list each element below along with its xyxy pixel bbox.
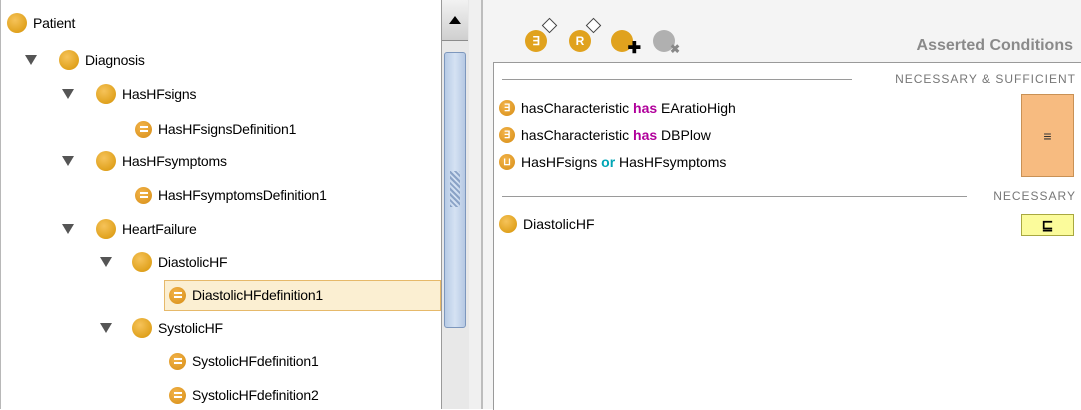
tree-node-label: HasHFsigns: [122, 86, 197, 102]
tree-node-label: HeartFailure: [122, 221, 197, 237]
class-icon: [59, 50, 79, 70]
tree-node-label: DiastolicHFdefinition1: [192, 287, 323, 303]
tree-node-label: SystolicHFdefinition2: [192, 387, 319, 403]
equivalent-class-marker[interactable]: ≡: [1021, 94, 1074, 177]
tree-node-patient[interactable]: Patient: [7, 10, 75, 36]
class-icon: [499, 215, 517, 233]
condition-row[interactable]: ∃ hasCharacteristic has DBPlow: [499, 124, 711, 146]
tree-node-heartfailure[interactable]: HeartFailure: [96, 216, 197, 242]
existential-restriction-icon: ∃: [499, 127, 515, 143]
conditions-toolbar: ∃ R ✚ ✖ Asserted Conditions: [483, 0, 1081, 62]
defined-class-icon: [135, 186, 152, 204]
tree-node-systolichfdefinition1[interactable]: SystolicHFdefinition1: [169, 348, 319, 374]
expand-toggle-icon[interactable]: [62, 156, 74, 166]
scroll-grip-icon: [450, 171, 460, 207]
tree-node-hashfsignsdefinition1[interactable]: HasHFsignsDefinition1: [135, 116, 296, 142]
union-class-icon: ⊔: [499, 154, 515, 170]
split-pane-divider[interactable]: [469, 0, 481, 409]
scroll-up-arrow-icon[interactable]: [442, 0, 468, 41]
defined-class-icon: [135, 120, 152, 138]
tree-node-systolichfdefinition2[interactable]: SystolicHFdefinition2: [169, 382, 319, 408]
conditions-panel: ∃ R ✚ ✖ Asserted Conditions NECESSARY & …: [483, 0, 1081, 410]
defined-class-icon: [169, 386, 186, 404]
class-icon: [96, 219, 116, 239]
tree-node-diastolichf[interactable]: DiastolicHF: [132, 249, 228, 275]
class-icon: [96, 84, 116, 104]
defined-class-icon: [169, 286, 186, 304]
expand-toggle-icon[interactable]: [100, 323, 112, 333]
class-icon: [96, 151, 116, 171]
tree-node-label: SystolicHF: [158, 320, 223, 336]
tree-node-diagnosis[interactable]: Diagnosis: [59, 47, 145, 73]
remove-class-icon[interactable]: ✖: [653, 30, 680, 56]
tree-scrollbar[interactable]: [441, 0, 471, 409]
condition-text: hasCharacteristic has EAratioHigh: [521, 100, 736, 116]
tree-node-label: Diagnosis: [85, 52, 145, 68]
necessary-sufficient-header: NECESSARY & SUFFICIENT: [895, 72, 1076, 86]
condition-text: hasCharacteristic has DBPlow: [521, 127, 711, 143]
tree-node-hashfsymptoms[interactable]: HasHFsymptoms: [96, 148, 227, 174]
create-anonymous-class-icon[interactable]: R: [569, 17, 602, 52]
tree-node-label: HasHFsymptoms: [122, 153, 227, 169]
class-hierarchy-tree: Patient Diagnosis HasHFsigns HasHFsignsD…: [0, 0, 442, 409]
tree-node-label: HasHFsymptomsDefinition1: [158, 187, 327, 203]
subclass-marker[interactable]: ⊑: [1021, 214, 1074, 236]
existential-restriction-icon: ∃: [499, 100, 515, 116]
necessary-header: NECESSARY: [993, 189, 1076, 203]
conditions-list: NECESSARY & SUFFICIENT ∃ hasCharacterist…: [493, 62, 1081, 410]
condition-text: DiastolicHF: [523, 216, 595, 232]
expand-toggle-icon[interactable]: [62, 89, 74, 99]
expand-toggle-icon[interactable]: [25, 55, 37, 65]
scrollbar-thumb[interactable]: [444, 52, 466, 328]
class-icon: [7, 13, 27, 33]
condition-row[interactable]: DiastolicHF: [499, 213, 595, 235]
expand-toggle-icon[interactable]: [100, 257, 112, 267]
tree-node-hashfsymptomsdefinition1[interactable]: HasHFsymptomsDefinition1: [135, 182, 327, 208]
section-divider: [502, 79, 852, 80]
tree-node-hashfsigns[interactable]: HasHFsigns: [96, 81, 196, 107]
class-icon: [132, 318, 152, 338]
tree-node-label: HasHFsignsDefinition1: [158, 121, 297, 137]
expand-toggle-icon[interactable]: [62, 224, 74, 234]
tree-node-diastolichfdefinition1[interactable]: DiastolicHFdefinition1: [169, 282, 323, 308]
condition-row[interactable]: ∃ hasCharacteristic has EAratioHigh: [499, 97, 736, 119]
section-divider: [502, 196, 967, 197]
add-named-class-icon[interactable]: ✚: [611, 30, 641, 57]
panel-title: Asserted Conditions: [916, 37, 1073, 54]
defined-class-icon: [169, 352, 186, 370]
class-icon: [132, 252, 152, 272]
tree-node-systolichf[interactable]: SystolicHF: [132, 315, 223, 341]
tree-node-label: SystolicHFdefinition1: [192, 353, 319, 369]
condition-row[interactable]: ⊔ HasHFsigns or HasHFsymptoms: [499, 151, 726, 173]
condition-text: HasHFsigns or HasHFsymptoms: [521, 154, 727, 170]
tree-node-label: Patient: [33, 15, 76, 31]
create-restriction-icon[interactable]: ∃: [525, 17, 558, 52]
tree-node-label: DiastolicHF: [158, 254, 228, 270]
